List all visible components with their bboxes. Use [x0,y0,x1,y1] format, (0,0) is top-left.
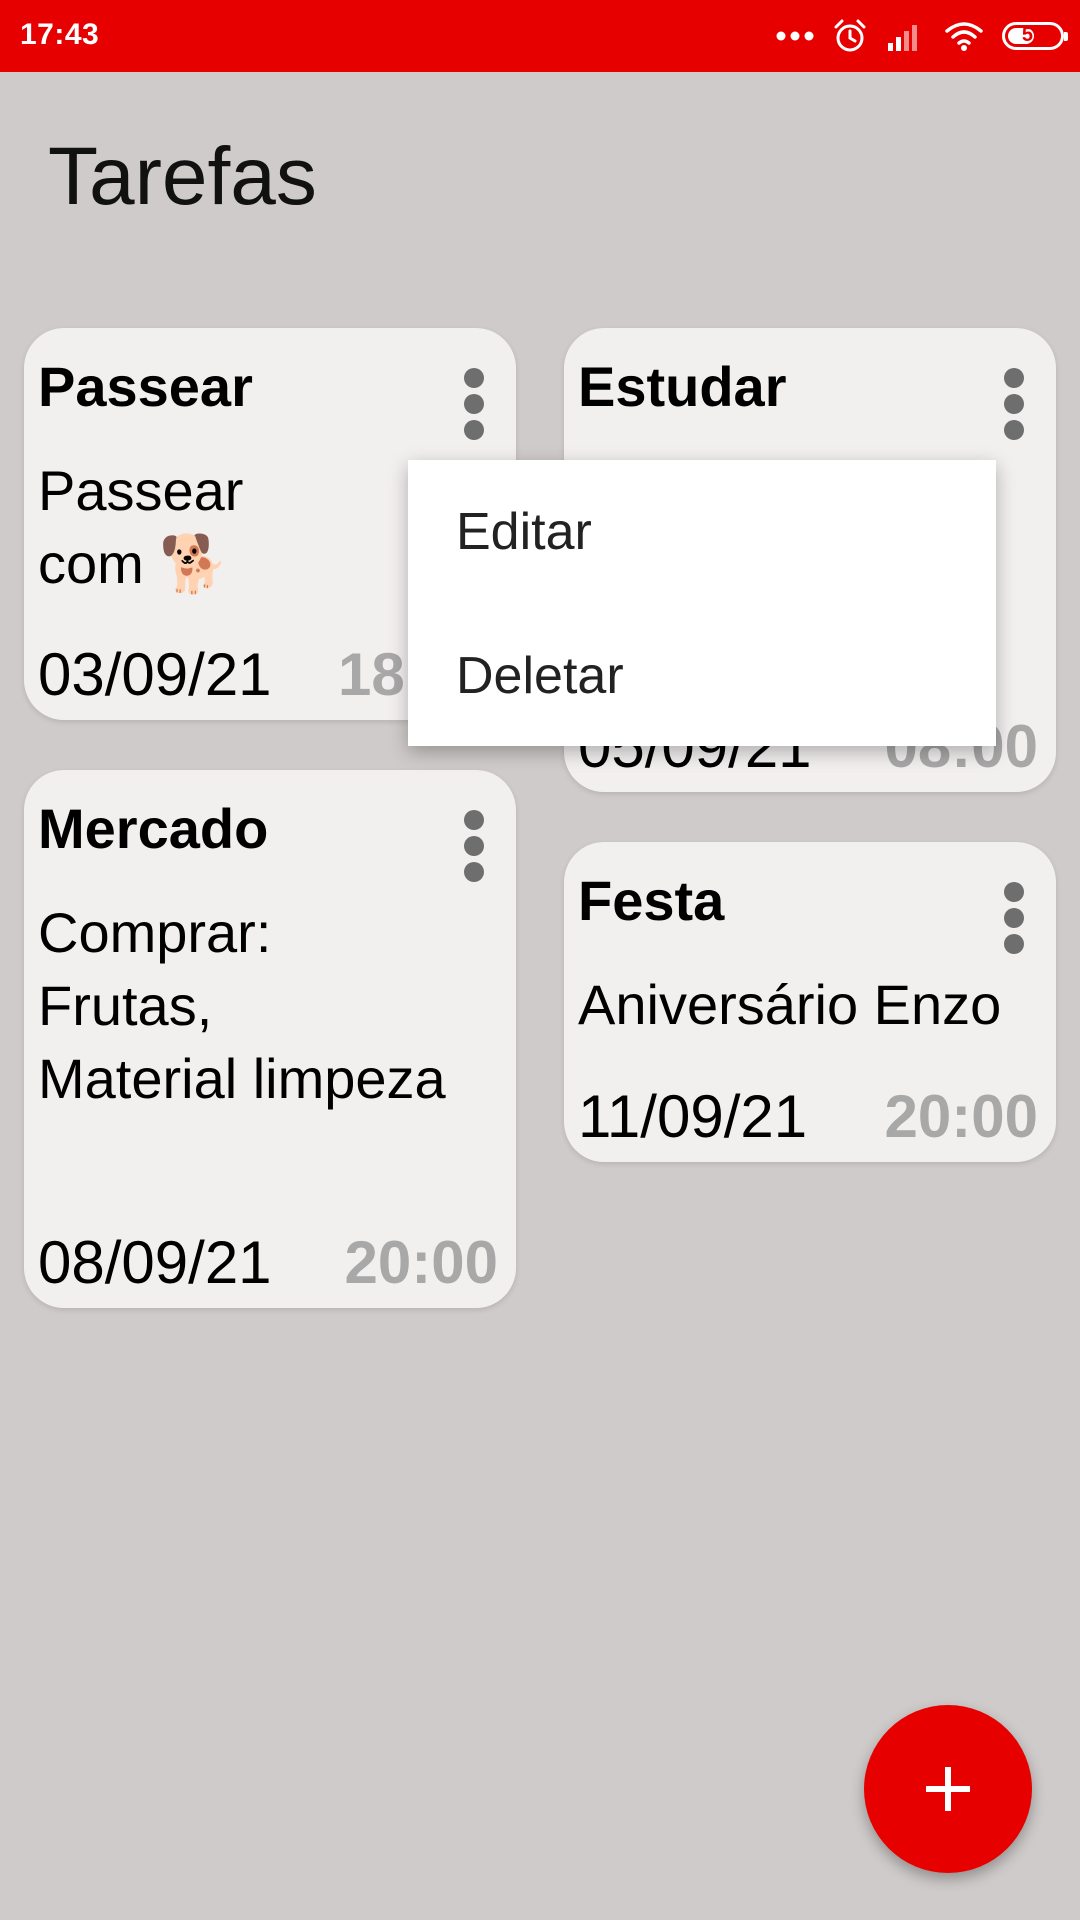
task-title: Mercado [38,797,269,860]
battery-icon: 51 [1002,22,1068,50]
task-date: 03/09/21 [38,641,272,708]
task-date: 08/09/21 [38,1229,272,1296]
more-dots-icon [776,31,814,41]
wifi-icon [944,20,984,52]
task-description: Aniversário Enzo [578,973,1002,1036]
task-title: Estudar [578,355,787,418]
menu-item-deletar[interactable]: Deletar [456,646,624,706]
task-time: 20:00 [344,1229,498,1296]
more-vert-icon[interactable] [1002,882,1026,954]
plus-icon [926,1767,970,1811]
context-menu: Editar Deletar [408,460,996,746]
more-vert-icon[interactable] [462,368,486,440]
task-time: 20:00 [884,1083,1038,1150]
battery-text: 51 [1021,24,1045,46]
task-card-festa[interactable]: Festa Aniversário Enzo 11/09/21 20:00 [564,842,1056,1162]
signal-icon [886,21,926,51]
page-title: Tarefas [48,131,317,222]
task-title: Festa [578,869,725,932]
more-vert-icon[interactable] [1002,368,1026,440]
alarm-icon [832,18,868,54]
status-time: 17:43 [20,18,100,51]
task-description: Comprar: Frutas, Material limpeza [38,901,446,1110]
more-vert-icon[interactable] [462,810,486,882]
task-date: 11/09/21 [578,1083,808,1150]
battery-tip [1064,32,1068,41]
status-bar: 17:43 51 [0,0,1080,72]
task-card-mercado[interactable]: Mercado Comprar: Frutas, Material limpez… [24,770,516,1308]
task-time: 18 [338,641,405,708]
add-task-button[interactable] [864,1705,1032,1873]
menu-item-editar[interactable]: Editar [456,502,592,562]
status-icons: 51 [776,0,1068,72]
task-title: Passear [38,355,253,418]
